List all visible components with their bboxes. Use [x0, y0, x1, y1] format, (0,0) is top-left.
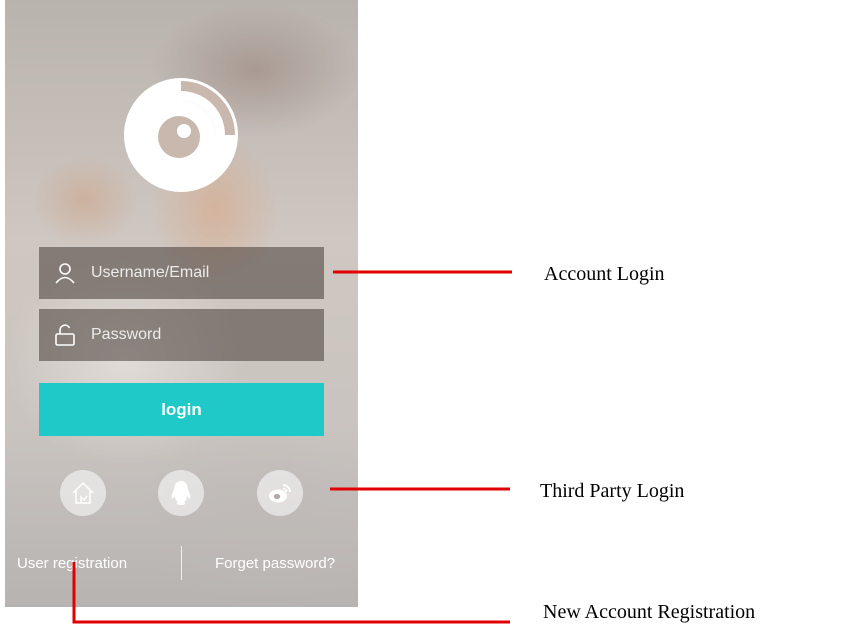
account-login-annotation: Account Login — [544, 263, 665, 285]
third-party-login-annotation: Third Party Login — [540, 480, 685, 502]
registration-pointer — [72, 562, 510, 624]
annotation-lines — [72, 270, 512, 624]
new-account-registration-annotation: New Account Registration — [543, 601, 756, 623]
